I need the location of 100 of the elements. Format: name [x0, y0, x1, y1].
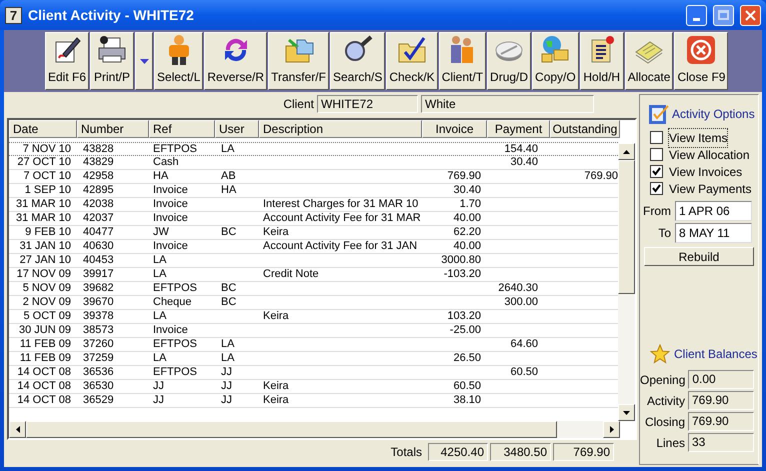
- table-cell: 39378: [83, 310, 114, 322]
- table-cell: 7 NOV 10: [22, 143, 71, 155]
- table-cell: 40630: [83, 240, 114, 252]
- toolbar-button[interactable]: Reverse/R: [204, 32, 268, 90]
- table-row[interactable]: 5 NOV 09 39682 EFTPOS BC 2640.30: [9, 282, 618, 296]
- app-icon: 7: [5, 6, 22, 24]
- toolbar-button[interactable]: Allocate: [624, 32, 674, 90]
- checkbox-label[interactable]: View Invoices: [669, 162, 742, 180]
- scroll-right-button[interactable]: [603, 421, 620, 438]
- table-cell: 39917: [83, 268, 114, 280]
- table-row[interactable]: 14 OCT 08 36529 JJ JJ Keira 38.10: [9, 394, 618, 408]
- client-code-field[interactable]: WHITE72: [317, 95, 418, 113]
- checkbox[interactable]: [650, 182, 663, 195]
- table-row[interactable]: 30 JUN 09 38573 Invoice -25.00: [9, 324, 618, 338]
- balance-field: 769.90: [688, 412, 754, 431]
- scroll-up-button[interactable]: [618, 143, 635, 160]
- toolbar-button[interactable]: Edit F6: [45, 32, 90, 90]
- dropdown-button[interactable]: [135, 32, 154, 90]
- column-header[interactable]: Payment: [487, 120, 550, 138]
- close-button[interactable]: [740, 4, 761, 26]
- table-cell: 37259: [83, 352, 114, 364]
- table-cell: 103.20: [447, 310, 481, 322]
- date-field[interactable]: 8 MAY 11: [675, 223, 752, 243]
- table-cell: 1.70: [460, 198, 481, 210]
- table-row[interactable]: 7 OCT 10 42958 HA AB 769.90 769.90: [9, 170, 618, 184]
- table-cell: 60.50: [453, 380, 481, 392]
- down-arrow-icon: [623, 410, 630, 414]
- date-field[interactable]: 1 APR 06: [675, 201, 752, 221]
- balance-field: 769.90: [688, 391, 754, 410]
- table-cell: HA: [221, 184, 236, 196]
- star-icon: [650, 344, 670, 364]
- toolbar-button[interactable]: Close F9: [674, 32, 728, 90]
- checkbox[interactable]: [650, 131, 663, 144]
- table-cell: 3000.80: [441, 254, 481, 266]
- table-row[interactable]: 14 OCT 08 36536 EFTPOS JJ 60.50: [9, 366, 618, 380]
- table-row[interactable]: 2 NOV 09 39670 Cheque BC 300.00: [9, 296, 618, 310]
- table-cell: 30 JUN 09: [19, 324, 71, 336]
- table-cell: 43828: [83, 143, 114, 155]
- checkbox[interactable]: [650, 148, 663, 161]
- maximize-button[interactable]: [713, 4, 734, 26]
- date-label: From: [643, 203, 671, 220]
- total-field: 3480.50: [490, 443, 551, 461]
- table-cell: 26.50: [453, 352, 481, 364]
- toolbar-button[interactable]: Check/K: [386, 32, 438, 90]
- minimize-button[interactable]: [686, 4, 707, 26]
- table-cell: Cheque: [153, 296, 192, 308]
- table-cell: 2640.30: [498, 282, 538, 294]
- toolbar-button[interactable]: Client/T: [438, 32, 486, 90]
- checkbox[interactable]: [650, 165, 663, 178]
- table-cell: Invoice: [153, 240, 188, 252]
- scroll-thumb[interactable]: [618, 160, 635, 294]
- table-cell: 42895: [83, 184, 114, 196]
- table-row[interactable]: 7 NOV 10 43828 EFTPOS LA 154.40: [9, 142, 618, 156]
- table-cell: 43829: [83, 156, 114, 168]
- checkbox-label[interactable]: View Payments: [669, 180, 752, 198]
- table-cell: 14 OCT 08: [17, 366, 71, 378]
- table-row[interactable]: 14 OCT 08 36530 JJ JJ Keira 60.50: [9, 380, 618, 394]
- scroll-left-button[interactable]: [9, 421, 26, 438]
- table-cell: 769.90: [447, 170, 481, 182]
- table-row[interactable]: 31 MAR 10 42037 Invoice Account Activity Fee for 31 MAR 40.00: [9, 212, 618, 226]
- toolbar-button[interactable]: Print/P: [90, 32, 134, 90]
- table-row[interactable]: 5 OCT 09 39378 LA Keira 103.20: [9, 310, 618, 324]
- column-header[interactable]: Number: [77, 120, 149, 138]
- table-row[interactable]: 31 JAN 10 40630 Invoice Account Activity Fee for 31 JAN 40.00: [9, 240, 618, 254]
- checkbox-label[interactable]: View Allocation: [669, 146, 750, 164]
- vertical-scrollbar[interactable]: [618, 143, 635, 421]
- client-name-field[interactable]: White: [421, 95, 594, 113]
- toolbar-button[interactable]: Copy/O: [532, 32, 579, 90]
- table-cell: -103.20: [444, 268, 481, 280]
- table-cell: -25.00: [450, 324, 481, 336]
- table-row[interactable]: 17 NOV 09 39917 LA Credit Note -103.20: [9, 268, 618, 282]
- toolbar-button[interactable]: Search/S: [330, 32, 386, 90]
- table-row[interactable]: 27 JAN 10 40453 LA 3000.80: [9, 254, 618, 268]
- table-row[interactable]: 27 OCT 10 43829 Cash 30.40: [9, 156, 618, 170]
- toolbar-button[interactable]: Hold/H: [580, 32, 624, 90]
- table-cell: LA: [153, 254, 166, 266]
- column-header[interactable]: Description: [259, 120, 422, 138]
- toolbar-button[interactable]: Select/L: [154, 32, 204, 90]
- table-row[interactable]: 9 FEB 10 40477 JW BC Keira 62.20: [9, 226, 618, 240]
- table-cell: EFTPOS: [153, 338, 198, 350]
- rebuild-button[interactable]: Rebuild: [644, 247, 754, 266]
- table-row[interactable]: 1 SEP 10 42895 Invoice HA 30.40: [9, 184, 618, 198]
- column-header[interactable]: Ref: [149, 120, 215, 138]
- checkbox-label[interactable]: View Items: [669, 128, 728, 146]
- window-title: Client Activity - WHITE72: [28, 6, 195, 25]
- column-header[interactable]: Invoice: [422, 120, 487, 138]
- table-row[interactable]: 11 FEB 09 37260 EFTPOS LA 64.60: [9, 338, 618, 352]
- table-row[interactable]: 31 MAR 10 42038 Invoice Interest Charges for 31 MAR 10 1.70: [9, 198, 618, 212]
- close-icon: [745, 10, 756, 20]
- totals-label: Totals: [390, 444, 422, 461]
- toolbar-button[interactable]: Drug/D: [487, 32, 532, 90]
- table-cell: 60.50: [510, 366, 538, 378]
- table-cell: Invoice: [153, 212, 188, 224]
- column-header[interactable]: User: [215, 120, 259, 138]
- column-header[interactable]: Outstanding: [550, 120, 620, 138]
- column-header[interactable]: Date: [9, 120, 77, 138]
- toolbar-button[interactable]: Transfer/F: [268, 32, 329, 90]
- table-cell: 27 OCT 10: [17, 156, 71, 168]
- table-row[interactable]: 11 FEB 09 37259 LA LA 26.50: [9, 352, 618, 366]
- scroll-down-button[interactable]: [618, 404, 635, 421]
